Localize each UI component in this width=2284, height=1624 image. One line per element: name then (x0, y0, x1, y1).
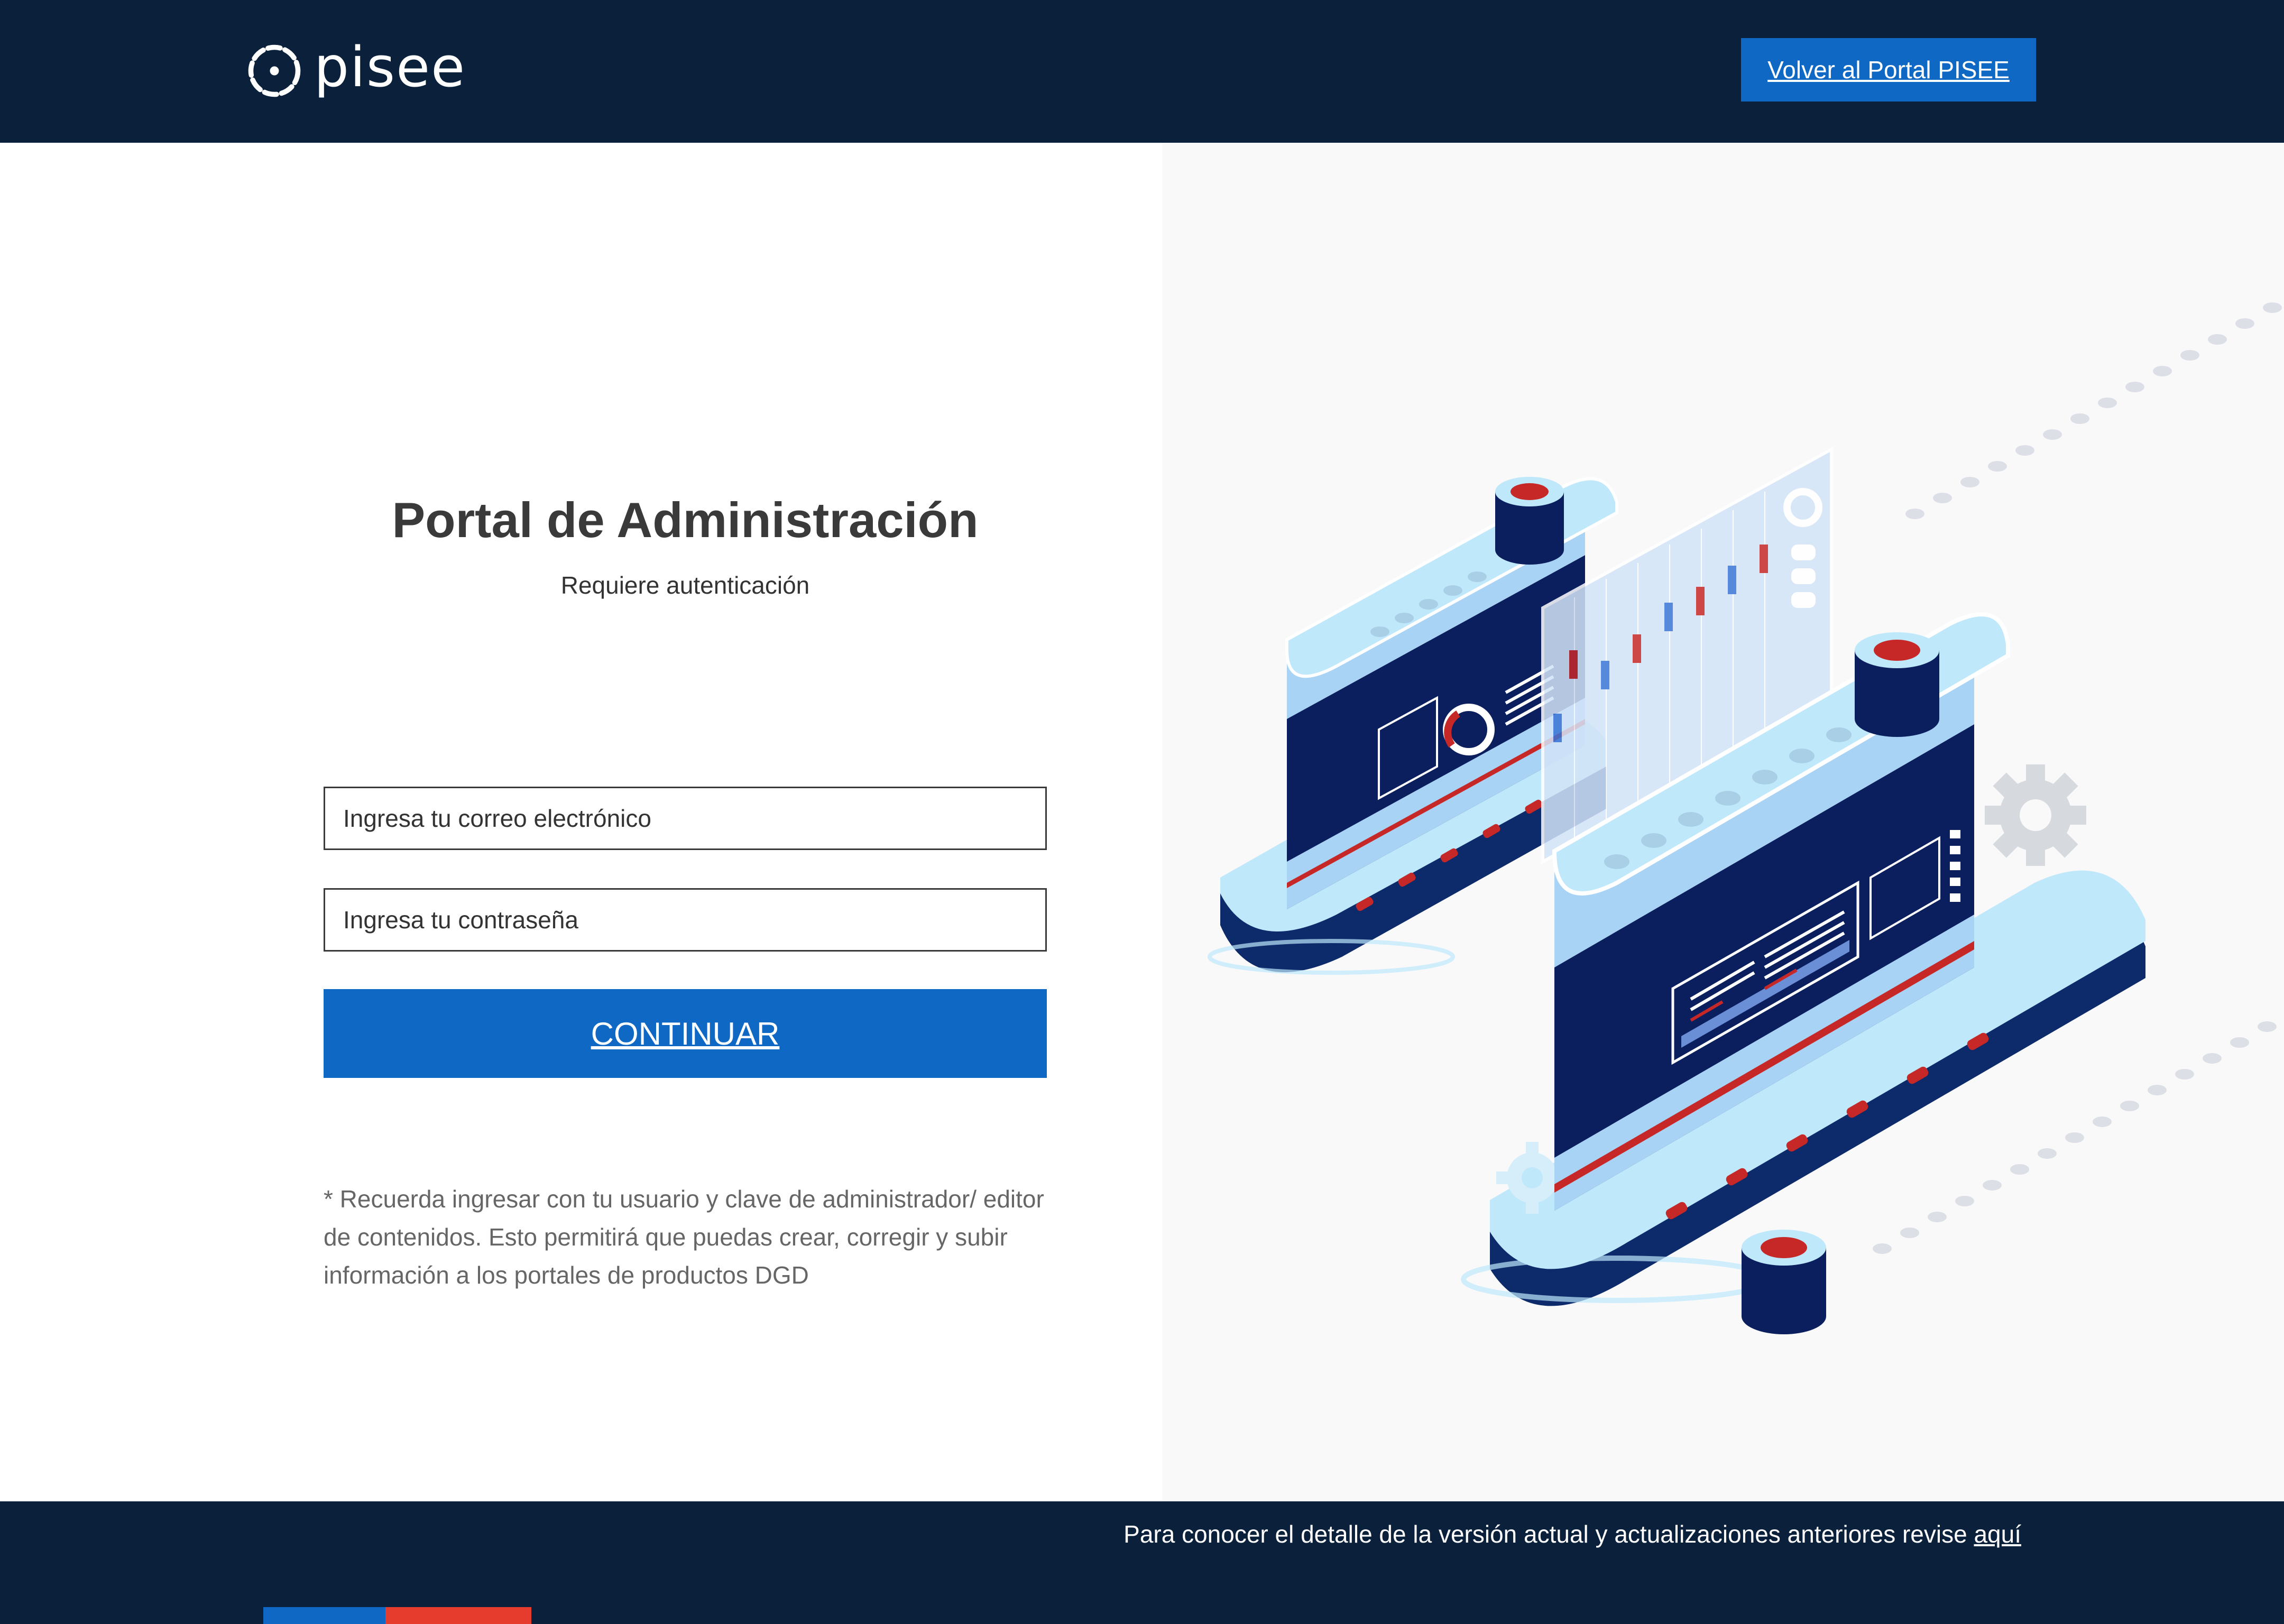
footer-link-here[interactable]: aquí (1974, 1520, 2021, 1548)
illustration-panel (1162, 143, 2284, 1501)
gear-icon (1985, 764, 2086, 866)
email-field[interactable] (324, 787, 1047, 850)
continue-button[interactable]: CONTINUAR (324, 989, 1047, 1078)
server-illustration (1208, 302, 2282, 1334)
flag-stripe-red (385, 1607, 531, 1624)
admin-note: * Recuerda ingresar con tu usuario y cla… (324, 1185, 1044, 1289)
footer-version-text: Para conocer el detalle de la versión ac… (1123, 1520, 2021, 1548)
top-bar: pisee Volver al Portal PISEE (0, 0, 2284, 143)
logo-text: pisee (314, 35, 466, 99)
pisee-logo[interactable]: pisee (246, 39, 466, 103)
password-field[interactable] (324, 888, 1047, 952)
pisee-logo-icon (248, 44, 301, 97)
back-to-portal-button[interactable]: Volver al Portal PISEE (1741, 38, 2036, 102)
footer: Para conocer el detalle de la versión ac… (0, 1501, 2284, 1624)
flag-stripe-blue (263, 1607, 385, 1624)
login-panel: Portal de Administración Requiere autent… (0, 143, 1162, 1501)
footer-text: Para conocer el detalle de la versión ac… (1123, 1520, 1974, 1548)
